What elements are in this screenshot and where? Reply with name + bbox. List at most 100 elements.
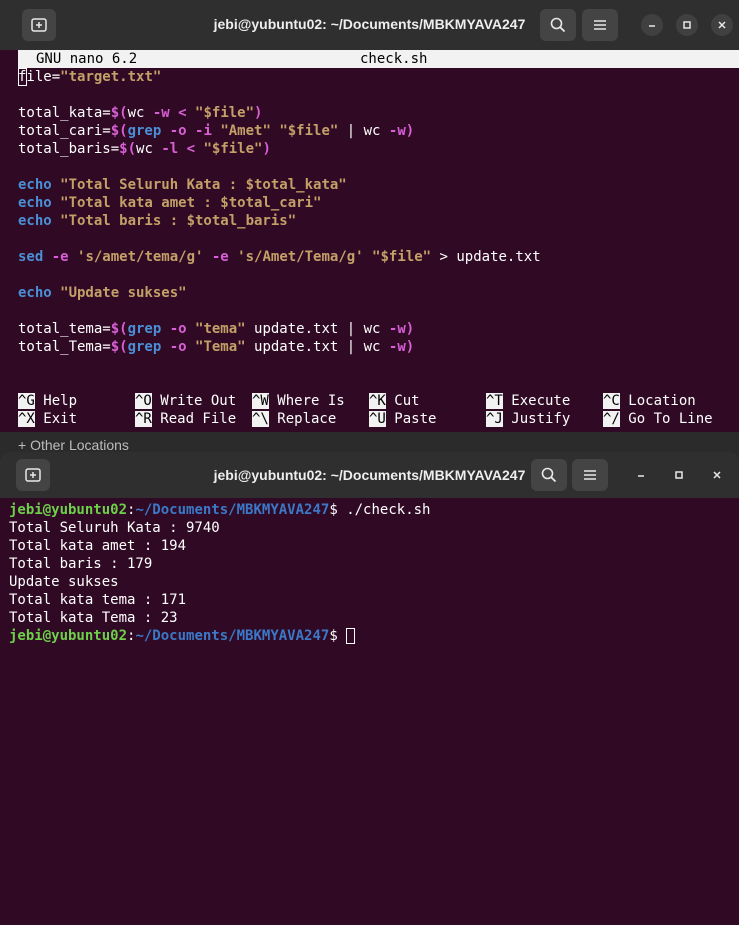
code-token: "Tema" <box>195 339 246 355</box>
code-token: echo <box>18 213 52 229</box>
code-token: -w <box>388 339 406 355</box>
code-line-4: total_cari=$(grep -o -i "Amet" "$file" |… <box>18 122 414 140</box>
shortcut-key: ^J <box>486 411 503 427</box>
close-button[interactable] <box>711 14 733 36</box>
code-token: total_cari= <box>18 123 111 139</box>
code-token: $( <box>110 123 128 139</box>
shortcut-justify[interactable]: ^J Justify <box>486 410 570 428</box>
code-token: -e <box>203 249 238 265</box>
minimize-icon <box>649 25 655 27</box>
code-token: ) <box>254 105 263 121</box>
code-token: total_baris= <box>18 141 120 157</box>
nano-filename: check.sh <box>360 51 428 67</box>
code-token: ) <box>405 123 415 139</box>
menu-button[interactable] <box>572 459 608 491</box>
nano-editor-area[interactable]: GNU nano 6.2 check.sh file="target.txt" … <box>0 50 739 432</box>
maximize-button[interactable] <box>668 464 690 486</box>
close-icon <box>718 21 726 29</box>
code-token: grep <box>127 339 162 355</box>
code-token: "Amet" <box>220 123 271 139</box>
close-button[interactable] <box>706 464 728 486</box>
code-line-1: file="target.txt" <box>18 68 161 86</box>
code-token: -w <box>152 105 170 121</box>
bash-window-titlebar[interactable]: jebi@yubuntu02: ~/Documents/MBKMYAVA247 <box>0 452 739 498</box>
code-token: "Update sukses" <box>51 285 187 301</box>
code-token: "$file" <box>279 123 339 139</box>
prompt-line-2: jebi@yubuntu02:~/Documents/MBKMYAVA247$ <box>9 627 356 645</box>
shortcut-label: Replace <box>268 411 337 427</box>
hamburger-menu-icon <box>584 470 596 480</box>
menu-button[interactable] <box>582 9 618 41</box>
code-token: $( <box>110 339 128 355</box>
shortcut-label: Paste <box>385 411 437 427</box>
shortcut-key: ^R <box>135 411 152 427</box>
typed-command: ./check.sh <box>346 502 431 518</box>
search-button[interactable] <box>531 459 567 491</box>
minimize-button[interactable] <box>641 14 663 36</box>
shortcut-label: Cut <box>385 393 420 409</box>
shortcut-label: Justify <box>502 411 571 427</box>
code-token: $( <box>110 321 128 337</box>
code-token: update.txt | wc <box>245 339 389 355</box>
code-token: total_Tema= <box>18 339 111 355</box>
code-token: total_kata= <box>18 105 111 121</box>
nano-version: GNU nano 6.2 <box>36 51 138 67</box>
shortcut-label: Where Is <box>268 393 345 409</box>
prompt-line-1: jebi@yubuntu02:~/Documents/MBKMYAVA247$ … <box>9 501 430 519</box>
bash-window-title: jebi@yubuntu02: ~/Documents/MBKMYAVA247 <box>213 467 526 483</box>
code-token: update.txt | wc <box>245 321 389 337</box>
text-cursor <box>346 628 356 644</box>
code-token: "Total kata amet : $total_cari" <box>51 195 322 211</box>
code-token: "tema" <box>195 321 246 337</box>
code-token: wc <box>127 105 153 121</box>
shortcut-write-out[interactable]: ^O Write Out <box>135 392 236 410</box>
other-locations-item[interactable]: + Other Locations <box>0 432 739 453</box>
shortcut-go-to-line[interactable]: ^/ Go To Line <box>603 410 713 428</box>
code-token: echo <box>18 195 52 211</box>
shortcut-read-file[interactable]: ^R Read File <box>135 410 236 428</box>
shortcut-label: Exit <box>34 411 78 427</box>
shortcut-key: ^/ <box>603 411 620 427</box>
shortcut-where-is[interactable]: ^W Where Is <box>252 392 345 410</box>
shortcut-exit[interactable]: ^X Exit <box>18 410 77 428</box>
hamburger-menu-icon <box>594 20 606 30</box>
code-line-13: echo "Update sukses" <box>18 284 187 302</box>
nano-terminal-window: jebi@yubuntu02: ~/Documents/MBKMYAVA247 … <box>0 0 739 432</box>
shortcut-paste[interactable]: ^U Paste <box>369 410 436 428</box>
minimize-icon <box>638 475 644 477</box>
maximize-icon <box>675 471 683 479</box>
shortcut-location[interactable]: ^C Location <box>603 392 696 410</box>
code-token: grep <box>127 321 162 337</box>
code-token: grep <box>127 123 162 139</box>
code-token: -l <box>161 141 179 157</box>
shortcut-label: Location <box>619 393 696 409</box>
nano-window-titlebar[interactable]: jebi@yubuntu02: ~/Documents/MBKMYAVA247 <box>0 0 739 50</box>
code-token: -o -i <box>161 123 221 139</box>
shortcut-label: Go To Line <box>619 411 713 427</box>
prompt-user: jebi@yubuntu02 <box>9 628 128 644</box>
code-token: | wc <box>338 123 389 139</box>
shortcut-cut[interactable]: ^K Cut <box>369 392 420 410</box>
shortcut-replace[interactable]: ^\ Replace <box>252 410 336 428</box>
shortcut-label: Execute <box>502 393 571 409</box>
code-token: "Total baris : $total_baris" <box>51 213 297 229</box>
output-line: Total kata tema : 171 <box>9 592 187 608</box>
search-button[interactable] <box>540 9 576 41</box>
code-token: ) <box>405 339 415 355</box>
minimize-button[interactable] <box>630 464 652 486</box>
code-line-5: total_baris=$(wc -l < "$file") <box>18 140 271 158</box>
close-icon <box>713 471 721 479</box>
shortcut-execute[interactable]: ^T Execute <box>486 392 570 410</box>
code-token: -w <box>388 321 406 337</box>
shortcut-key: ^C <box>603 393 620 409</box>
shortcut-help[interactable]: ^G Help <box>18 392 77 410</box>
prompt-dollar: $ <box>329 628 347 644</box>
maximize-button[interactable] <box>676 14 698 36</box>
code-line-16: total_Tema=$(grep -o "Tema" update.txt |… <box>18 338 414 356</box>
bash-terminal-area[interactable]: jebi@yubuntu02:~/Documents/MBKMYAVA247$ … <box>0 498 739 925</box>
code-token: echo <box>18 177 52 193</box>
code-line-3: total_kata=$(wc -w < "$file") <box>18 104 262 122</box>
code-token: < <box>178 141 204 157</box>
shortcut-key: ^X <box>18 411 35 427</box>
